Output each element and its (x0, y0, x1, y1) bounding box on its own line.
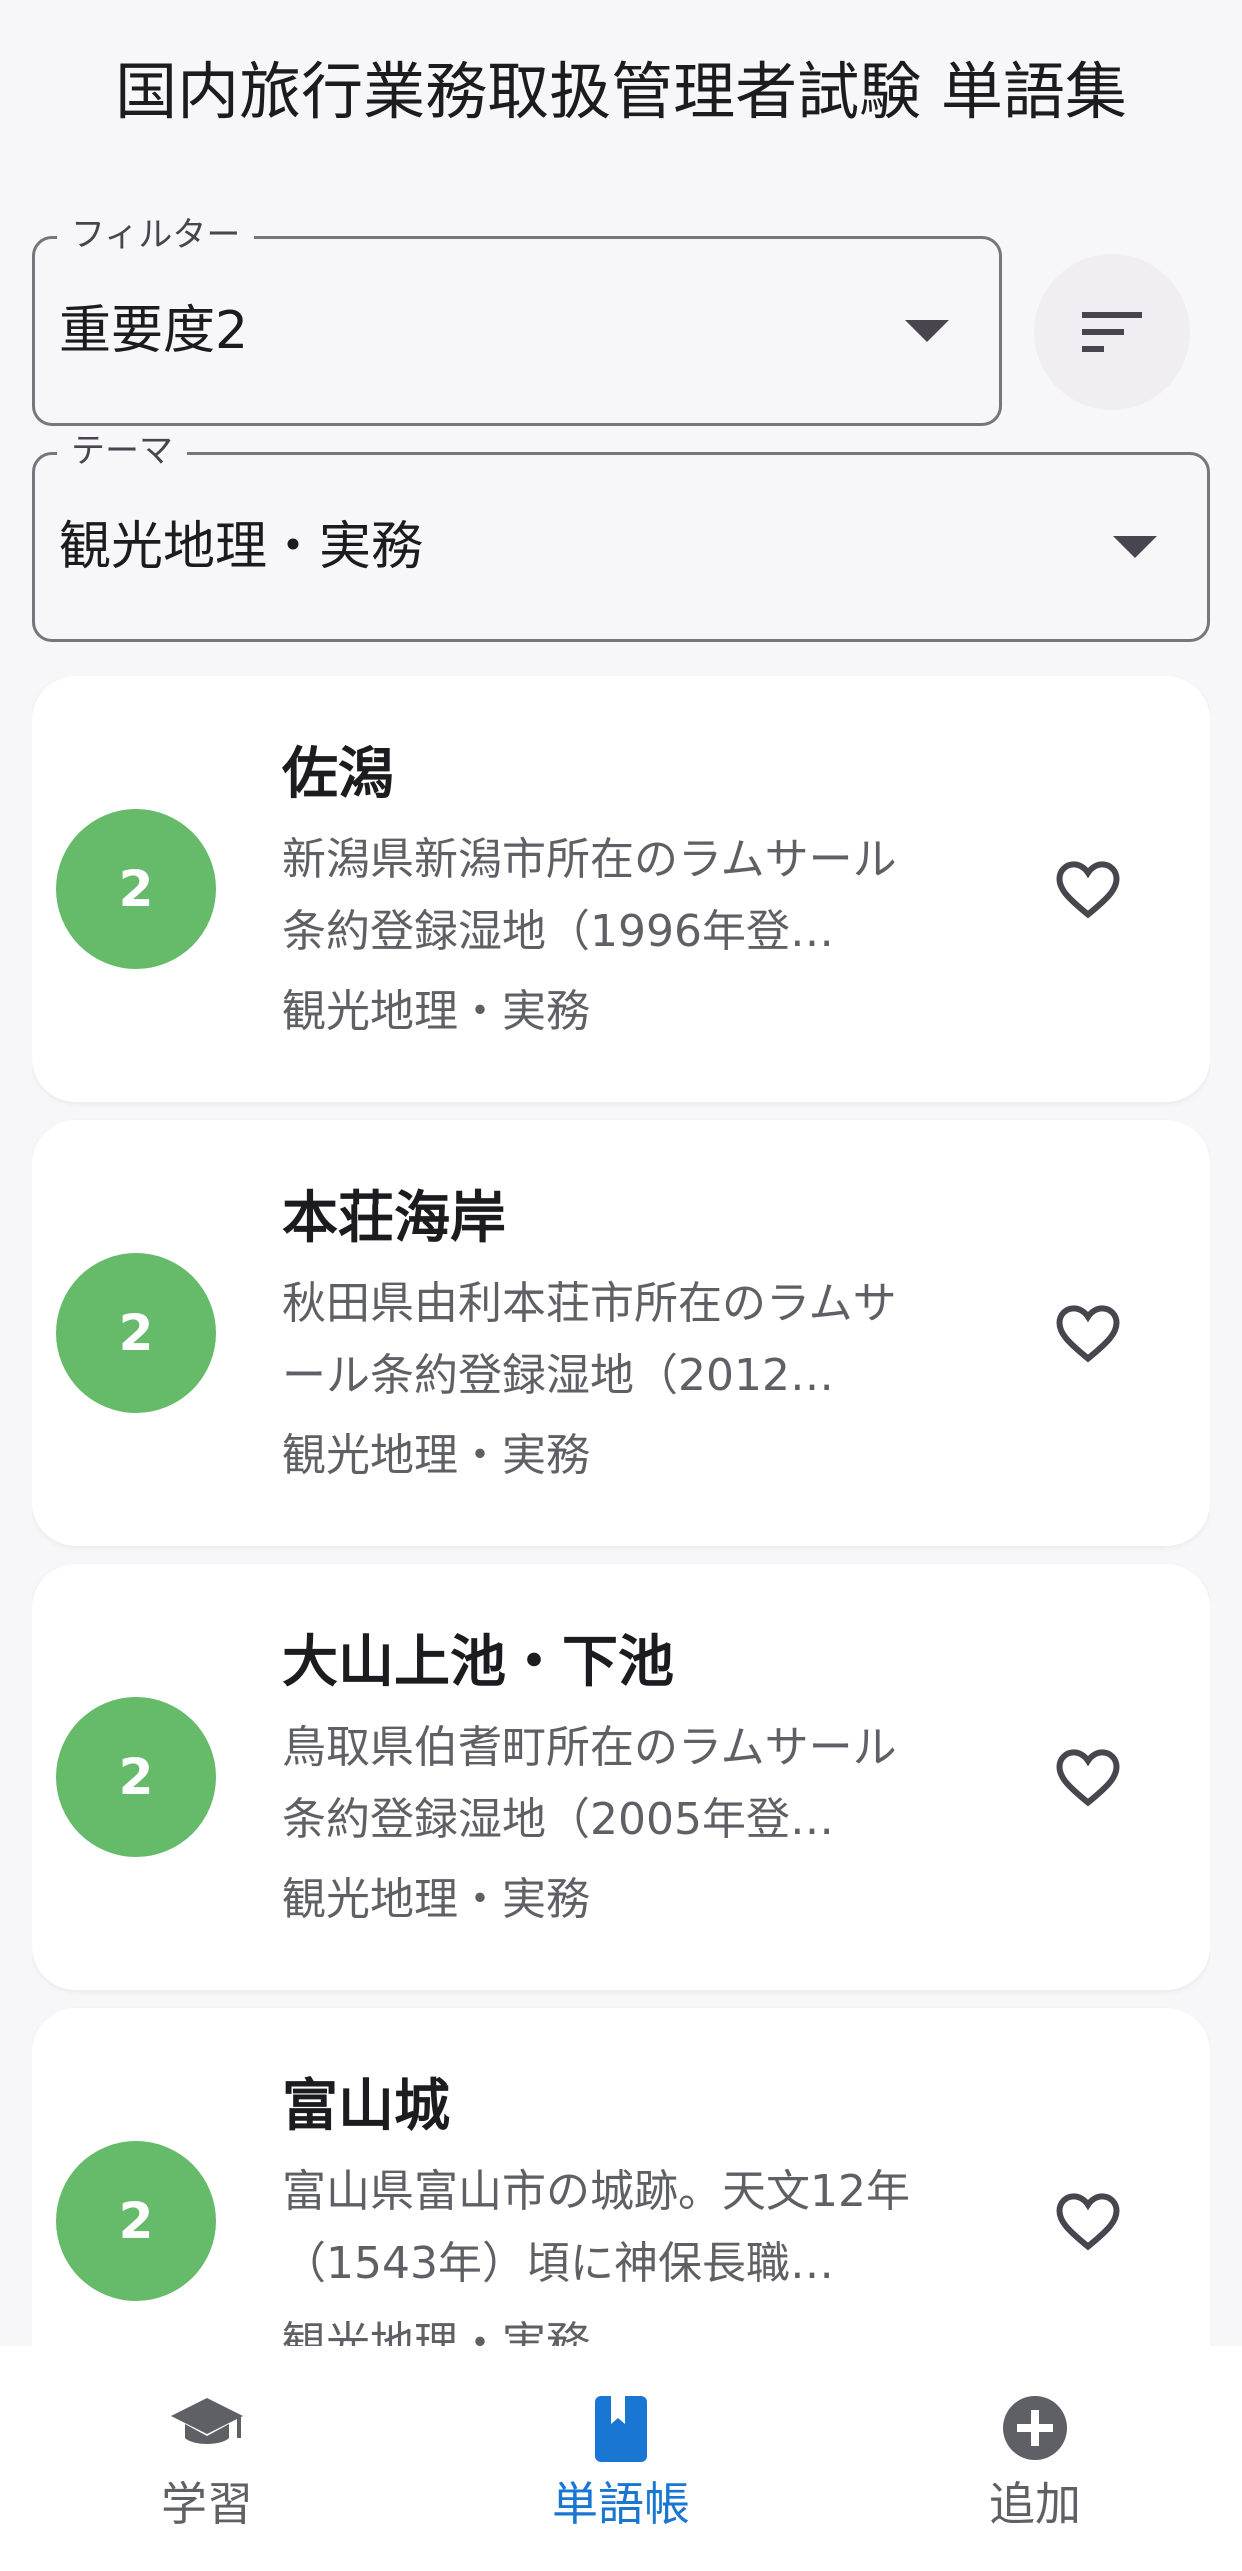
nav-label-study: 学習 (161, 2477, 253, 2531)
word-card[interactable]: 2 本荘海岸 秋田県由利本荘市所在のラムサール条約登録湿地（2012… 観光地理… (32, 1120, 1210, 1546)
word-description: 新潟県新潟市所在のラムサール条約登録湿地（1996年登… (282, 834, 897, 957)
word-description: 鳥取県伯耆町所在のラムサール条約登録湿地（2005年登… (282, 1722, 897, 1845)
bookmark-book-icon (595, 2396, 647, 2462)
word-theme: 観光地理・実務 (282, 986, 590, 1037)
nav-item-wordbook[interactable]: 単語帳 (414, 2346, 828, 2571)
theme-dropdown[interactable]: テーマ 観光地理・実務 (32, 431, 1210, 642)
word-card[interactable]: 2 富山城 富山県富山市の城跡。天文12年（1543年）頃に神保長職… 観光地理… (32, 2008, 1210, 2346)
importance-badge: 2 (56, 1697, 216, 1857)
favorite-heart-icon[interactable] (1052, 1741, 1124, 1813)
bottom-navigation: 学習 単語帳 追加 (0, 2346, 1242, 2571)
word-term: 富山城 (282, 2074, 450, 2139)
theme-label: テーマ (57, 431, 187, 471)
filter-value: 重要度2 (59, 301, 249, 361)
add-circle-icon (1003, 2396, 1067, 2460)
app-title: 国内旅行業務取扱管理者試験 単語集 (115, 55, 1127, 128)
importance-badge: 2 (56, 1253, 216, 1413)
word-term: 本荘海岸 (282, 1186, 506, 1251)
favorite-heart-icon[interactable] (1052, 853, 1124, 925)
caret-down-icon (1113, 536, 1157, 558)
nav-label-add: 追加 (989, 2477, 1081, 2531)
nav-item-study[interactable]: 学習 (0, 2346, 414, 2571)
favorite-heart-icon[interactable] (1052, 2185, 1124, 2257)
word-description: 秋田県由利本荘市所在のラムサール条約登録湿地（2012… (282, 1278, 897, 1401)
nav-item-add[interactable]: 追加 (828, 2346, 1242, 2571)
importance-badge: 2 (56, 2141, 216, 2301)
sort-button[interactable] (1034, 254, 1190, 410)
word-description: 富山県富山市の城跡。天文12年（1543年）頃に神保長職… (282, 2166, 910, 2289)
importance-badge: 2 (56, 809, 216, 969)
favorite-heart-icon[interactable] (1052, 1297, 1124, 1369)
nav-label-wordbook: 単語帳 (552, 2477, 690, 2531)
caret-down-icon (905, 320, 949, 342)
filter-dropdown[interactable]: フィルター 重要度2 (32, 215, 1002, 426)
word-term: 佐潟 (282, 742, 394, 807)
word-term: 大山上池・下池 (282, 1630, 674, 1695)
graduation-cap-icon (171, 2398, 243, 2444)
filter-label: フィルター (57, 215, 255, 255)
word-card[interactable]: 2 佐潟 新潟県新潟市所在のラムサール条約登録湿地（1996年登… 観光地理・実… (32, 676, 1210, 1102)
theme-value: 観光地理・実務 (59, 517, 424, 577)
word-theme: 観光地理・実務 (282, 1430, 590, 1481)
word-theme: 観光地理・実務 (282, 2318, 590, 2346)
word-theme: 観光地理・実務 (282, 1874, 590, 1925)
sort-icon (1082, 312, 1142, 352)
word-list[interactable]: 2 佐潟 新潟県新潟市所在のラムサール条約登録湿地（1996年登… 観光地理・実… (32, 676, 1210, 2346)
word-card[interactable]: 2 大山上池・下池 鳥取県伯耆町所在のラムサール条約登録湿地（2005年登… 観… (32, 1564, 1210, 1990)
